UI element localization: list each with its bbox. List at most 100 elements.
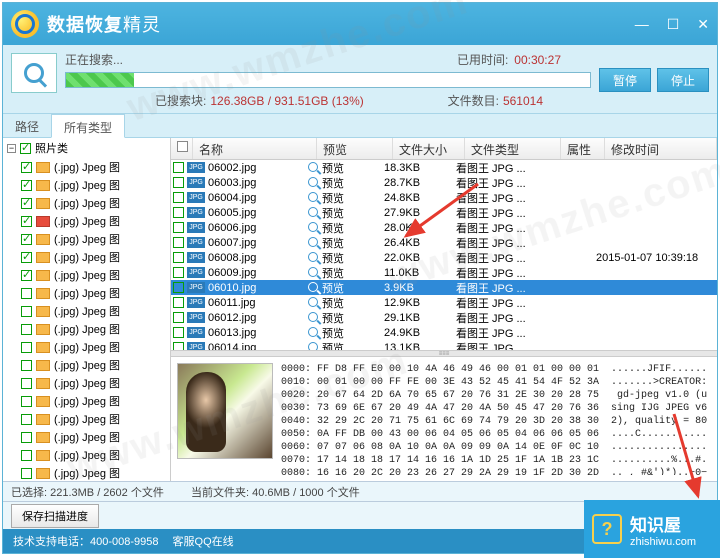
- tree-item[interactable]: (.jpg) Jpeg 图: [3, 338, 170, 356]
- stop-button[interactable]: 停止: [657, 68, 709, 92]
- col-attr[interactable]: 属性: [561, 138, 605, 159]
- file-row[interactable]: JPG06010.jpg预览3.9KB看图王 JPG ...: [171, 280, 717, 295]
- checkbox[interactable]: [21, 198, 32, 209]
- magnifier-icon[interactable]: [308, 162, 320, 174]
- tree-item[interactable]: (.jpg) Jpeg 图: [3, 428, 170, 446]
- magnifier-icon[interactable]: [308, 222, 320, 234]
- checkbox[interactable]: [173, 327, 184, 338]
- qq-support[interactable]: 客服QQ在线: [173, 533, 234, 549]
- checkbox[interactable]: [21, 324, 32, 335]
- tab-alltypes[interactable]: 所有类型: [51, 114, 125, 138]
- checkbox[interactable]: [21, 180, 32, 191]
- file-row[interactable]: JPG06005.jpg预览27.9KB看图王 JPG ...: [171, 205, 717, 220]
- magnifier-icon[interactable]: [308, 237, 320, 249]
- checkbox[interactable]: [21, 468, 32, 479]
- magnifier-icon[interactable]: [308, 297, 320, 309]
- splitter[interactable]: ≡≡≡: [171, 350, 717, 357]
- checkbox[interactable]: [173, 312, 184, 323]
- checkbox[interactable]: [21, 450, 32, 461]
- checkbox[interactable]: [21, 252, 32, 263]
- tree-item[interactable]: (.jpg) Jpeg 图: [3, 302, 170, 320]
- tree-item[interactable]: (.jpg) Jpeg 图: [3, 158, 170, 176]
- file-row[interactable]: JPG06012.jpg预览29.1KB看图王 JPG ...: [171, 310, 717, 325]
- tree-item[interactable]: (.jpg) Jpeg 图: [3, 464, 170, 481]
- col-check[interactable]: [171, 138, 193, 159]
- checkbox[interactable]: [173, 207, 184, 218]
- magnifier-icon[interactable]: [308, 252, 320, 264]
- checkbox[interactable]: [173, 267, 184, 278]
- tree-item[interactable]: (.jpg) Jpeg 图: [3, 176, 170, 194]
- checkbox[interactable]: [21, 162, 32, 173]
- magnifier-icon[interactable]: [308, 342, 320, 351]
- zhishiwu-badge[interactable]: ? 知识屋zhishiwu.com: [584, 500, 720, 558]
- pause-button[interactable]: 暂停: [599, 68, 651, 92]
- file-row[interactable]: JPG06006.jpg预览28.0KB看图王 JPG ...: [171, 220, 717, 235]
- checkbox[interactable]: [21, 342, 32, 353]
- checkbox[interactable]: [21, 306, 32, 317]
- magnifier-icon[interactable]: [308, 267, 320, 279]
- checkbox[interactable]: [21, 414, 32, 425]
- tree-item[interactable]: (.jpg) Jpeg 图: [3, 248, 170, 266]
- checkbox[interactable]: [21, 360, 32, 371]
- category-tree[interactable]: − 照片类 (.jpg) Jpeg 图(.jpg) Jpeg 图(.jpg) J…: [3, 138, 171, 481]
- checkbox[interactable]: [20, 143, 31, 154]
- checkbox[interactable]: [173, 252, 184, 263]
- checkbox[interactable]: [173, 162, 184, 173]
- tree-root[interactable]: − 照片类: [3, 138, 170, 158]
- close-button[interactable]: ✕: [697, 16, 709, 33]
- file-row[interactable]: JPG06004.jpg预览24.8KB看图王 JPG ...: [171, 190, 717, 205]
- file-row[interactable]: JPG06007.jpg预览26.4KB看图王 JPG ...: [171, 235, 717, 250]
- file-row[interactable]: JPG06014.jpg预览13.1KB看图王 JPG ...: [171, 340, 717, 350]
- tree-item[interactable]: (.jpg) Jpeg 图: [3, 356, 170, 374]
- checkbox[interactable]: [173, 192, 184, 203]
- magnifier-icon[interactable]: [308, 312, 320, 324]
- checkbox[interactable]: [21, 270, 32, 281]
- checkbox[interactable]: [173, 342, 184, 350]
- checkbox[interactable]: [173, 177, 184, 188]
- filecount-value: 561014: [503, 94, 543, 108]
- magnifier-icon[interactable]: [308, 327, 320, 339]
- folder-icon: [36, 396, 50, 407]
- file-row[interactable]: JPG06011.jpg预览12.9KB看图王 JPG ...: [171, 295, 717, 310]
- checkbox[interactable]: [21, 378, 32, 389]
- checkbox[interactable]: [173, 297, 184, 308]
- checkbox[interactable]: [21, 432, 32, 443]
- file-row[interactable]: JPG06002.jpg预览18.3KB看图王 JPG ...: [171, 160, 717, 175]
- tab-path[interactable]: 路径: [3, 114, 51, 137]
- col-preview[interactable]: 预览: [317, 138, 393, 159]
- checkbox[interactable]: [173, 282, 184, 293]
- magnifier-icon[interactable]: [308, 207, 320, 219]
- tree-item[interactable]: (.jpg) Jpeg 图: [3, 374, 170, 392]
- file-row[interactable]: JPG06009.jpg预览11.0KB看图王 JPG ...: [171, 265, 717, 280]
- save-progress-button[interactable]: 保存扫描进度: [11, 504, 99, 528]
- tree-item[interactable]: (.jpg) Jpeg 图: [3, 194, 170, 212]
- col-name[interactable]: 名称: [193, 138, 317, 159]
- magnifier-icon[interactable]: [308, 177, 320, 189]
- checkbox[interactable]: [21, 396, 32, 407]
- checkbox[interactable]: [21, 288, 32, 299]
- tree-item[interactable]: (.jpg) Jpeg 图: [3, 392, 170, 410]
- magnifier-icon[interactable]: [308, 192, 320, 204]
- tree-item[interactable]: (.jpg) Jpeg 图: [3, 446, 170, 464]
- col-mtime[interactable]: 修改时间: [605, 138, 717, 159]
- minimize-button[interactable]: —: [635, 16, 649, 33]
- tree-item[interactable]: (.jpg) Jpeg 图: [3, 212, 170, 230]
- checkbox[interactable]: [173, 222, 184, 233]
- file-row[interactable]: JPG06013.jpg预览24.9KB看图王 JPG ...: [171, 325, 717, 340]
- tree-item[interactable]: (.jpg) Jpeg 图: [3, 230, 170, 248]
- checkbox[interactable]: [21, 216, 32, 227]
- checkbox[interactable]: [173, 237, 184, 248]
- maximize-button[interactable]: ☐: [667, 16, 680, 33]
- tree-item[interactable]: (.jpg) Jpeg 图: [3, 320, 170, 338]
- col-size[interactable]: 文件大小: [393, 138, 465, 159]
- magnifier-icon[interactable]: [308, 282, 320, 294]
- file-list[interactable]: JPG06002.jpg预览18.3KB看图王 JPG ...JPG06003.…: [171, 160, 717, 350]
- tree-item[interactable]: (.jpg) Jpeg 图: [3, 266, 170, 284]
- file-row[interactable]: JPG06008.jpg预览22.0KB看图王 JPG ...2015-01-0…: [171, 250, 717, 265]
- checkbox[interactable]: [21, 234, 32, 245]
- tree-item[interactable]: (.jpg) Jpeg 图: [3, 284, 170, 302]
- file-row[interactable]: JPG06003.jpg预览28.7KB看图王 JPG ...: [171, 175, 717, 190]
- tree-item[interactable]: (.jpg) Jpeg 图: [3, 410, 170, 428]
- expand-icon[interactable]: −: [7, 144, 16, 153]
- col-type[interactable]: 文件类型: [465, 138, 561, 159]
